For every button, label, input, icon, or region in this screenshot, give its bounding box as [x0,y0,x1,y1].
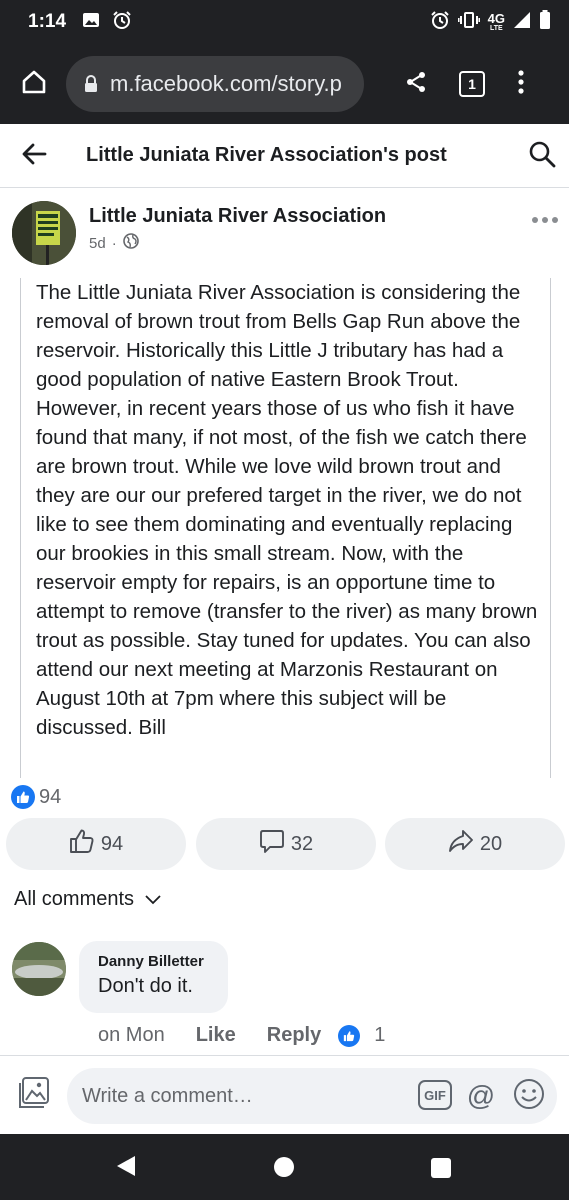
post-text: The Little Juniata River Association is … [36,281,538,739]
image-icon [82,12,100,33]
alarm-icon [112,10,132,35]
emoji-icon [513,1078,545,1115]
comment-author[interactable]: Danny Billetter [98,953,228,970]
comments-filter-dropdown[interactable]: All comments [14,888,162,911]
tab-switcher-button[interactable]: 1 [452,64,492,104]
system-nav-bar [0,1134,569,1200]
comment-reaction-count: 1 [374,1024,386,1046]
comment-like-button[interactable]: Like [196,1024,236,1047]
add-photo-button[interactable] [16,1076,52,1115]
comment-count: 32 [290,832,314,855]
meta-separator: · [111,234,117,252]
share-button[interactable]: 20 [385,818,565,870]
more-dot [542,217,548,223]
comment-reply-button[interactable]: Reply [267,1024,321,1047]
thumbs-up-icon [69,828,95,860]
vibrate-icon [457,11,481,34]
chevron-down-icon [144,888,162,911]
signal-icon [513,11,531,34]
comment-actions: on Mon Like Reply 1 [98,1024,385,1047]
alarm-icon [430,10,450,35]
tab-count: 1 [459,71,485,97]
more-dot [532,217,538,223]
network-type: 4G LTE [487,10,505,32]
like-count: 94 [100,832,124,855]
url-bar[interactable]: m.facebook.com/story.p [66,56,364,112]
share-page-button[interactable] [396,64,436,104]
gif-button[interactable]: GIF [418,1080,452,1110]
comment-button[interactable]: 32 [196,818,376,870]
post-options-button[interactable] [528,208,562,232]
arrow-left-icon [21,143,47,170]
share-count: 20 [479,832,503,855]
nav-recents-button[interactable] [431,1158,451,1178]
comment-bubble: Danny Billetter Don't do it. [79,941,228,1013]
home-icon [20,68,48,101]
compose-bar: GIF @ [0,1055,569,1134]
mention-button[interactable]: @ [464,1079,498,1113]
page-header: Little Juniata River Association's post [0,124,569,188]
comment-text: Don't do it. [98,975,193,997]
browser-toolbar: m.facebook.com/story.p 1 [0,44,569,124]
page-title: Little Juniata River Association's post [86,144,447,166]
triangle-back-icon [115,1154,137,1183]
reaction-summary[interactable]: 94 [11,785,61,809]
url-text: m.facebook.com/story.p [110,71,342,96]
like-reaction-icon [11,785,35,809]
emoji-button[interactable] [512,1078,546,1115]
share-arrow-icon [448,828,474,860]
search-button[interactable] [524,138,560,174]
post-body: The Little Juniata River Association is … [20,278,551,778]
like-button[interactable]: 94 [6,818,186,870]
globe-icon [122,233,139,253]
more-vertical-icon [518,69,524,99]
nav-home-button[interactable] [274,1157,294,1177]
back-button[interactable] [18,140,50,172]
search-icon [528,140,556,173]
commenter-avatar[interactable] [12,942,66,996]
post-author-name[interactable]: Little Juniata River Association [89,205,386,228]
status-bar: 1:14 4G LTE [0,0,569,44]
page-avatar[interactable] [12,201,76,265]
lock-icon [84,75,98,93]
share-icon [404,70,428,99]
comment-icon [259,828,285,860]
battery-icon [539,9,551,35]
more-dot [552,217,558,223]
comment-reactions[interactable]: 1 [338,1024,385,1047]
like-reaction-icon [338,1024,361,1047]
comment-time: on Mon [98,1024,165,1046]
post-age[interactable]: 5d [89,235,106,252]
comments-filter-label: All comments [14,888,135,910]
photo-icon [17,1076,51,1115]
reaction-count: 94 [39,785,62,808]
nav-back-button[interactable] [114,1154,138,1183]
status-time: 1:14 [28,11,67,32]
browser-menu-button[interactable] [506,64,536,104]
home-button[interactable] [14,64,54,104]
post-meta: 5d · [89,233,139,253]
